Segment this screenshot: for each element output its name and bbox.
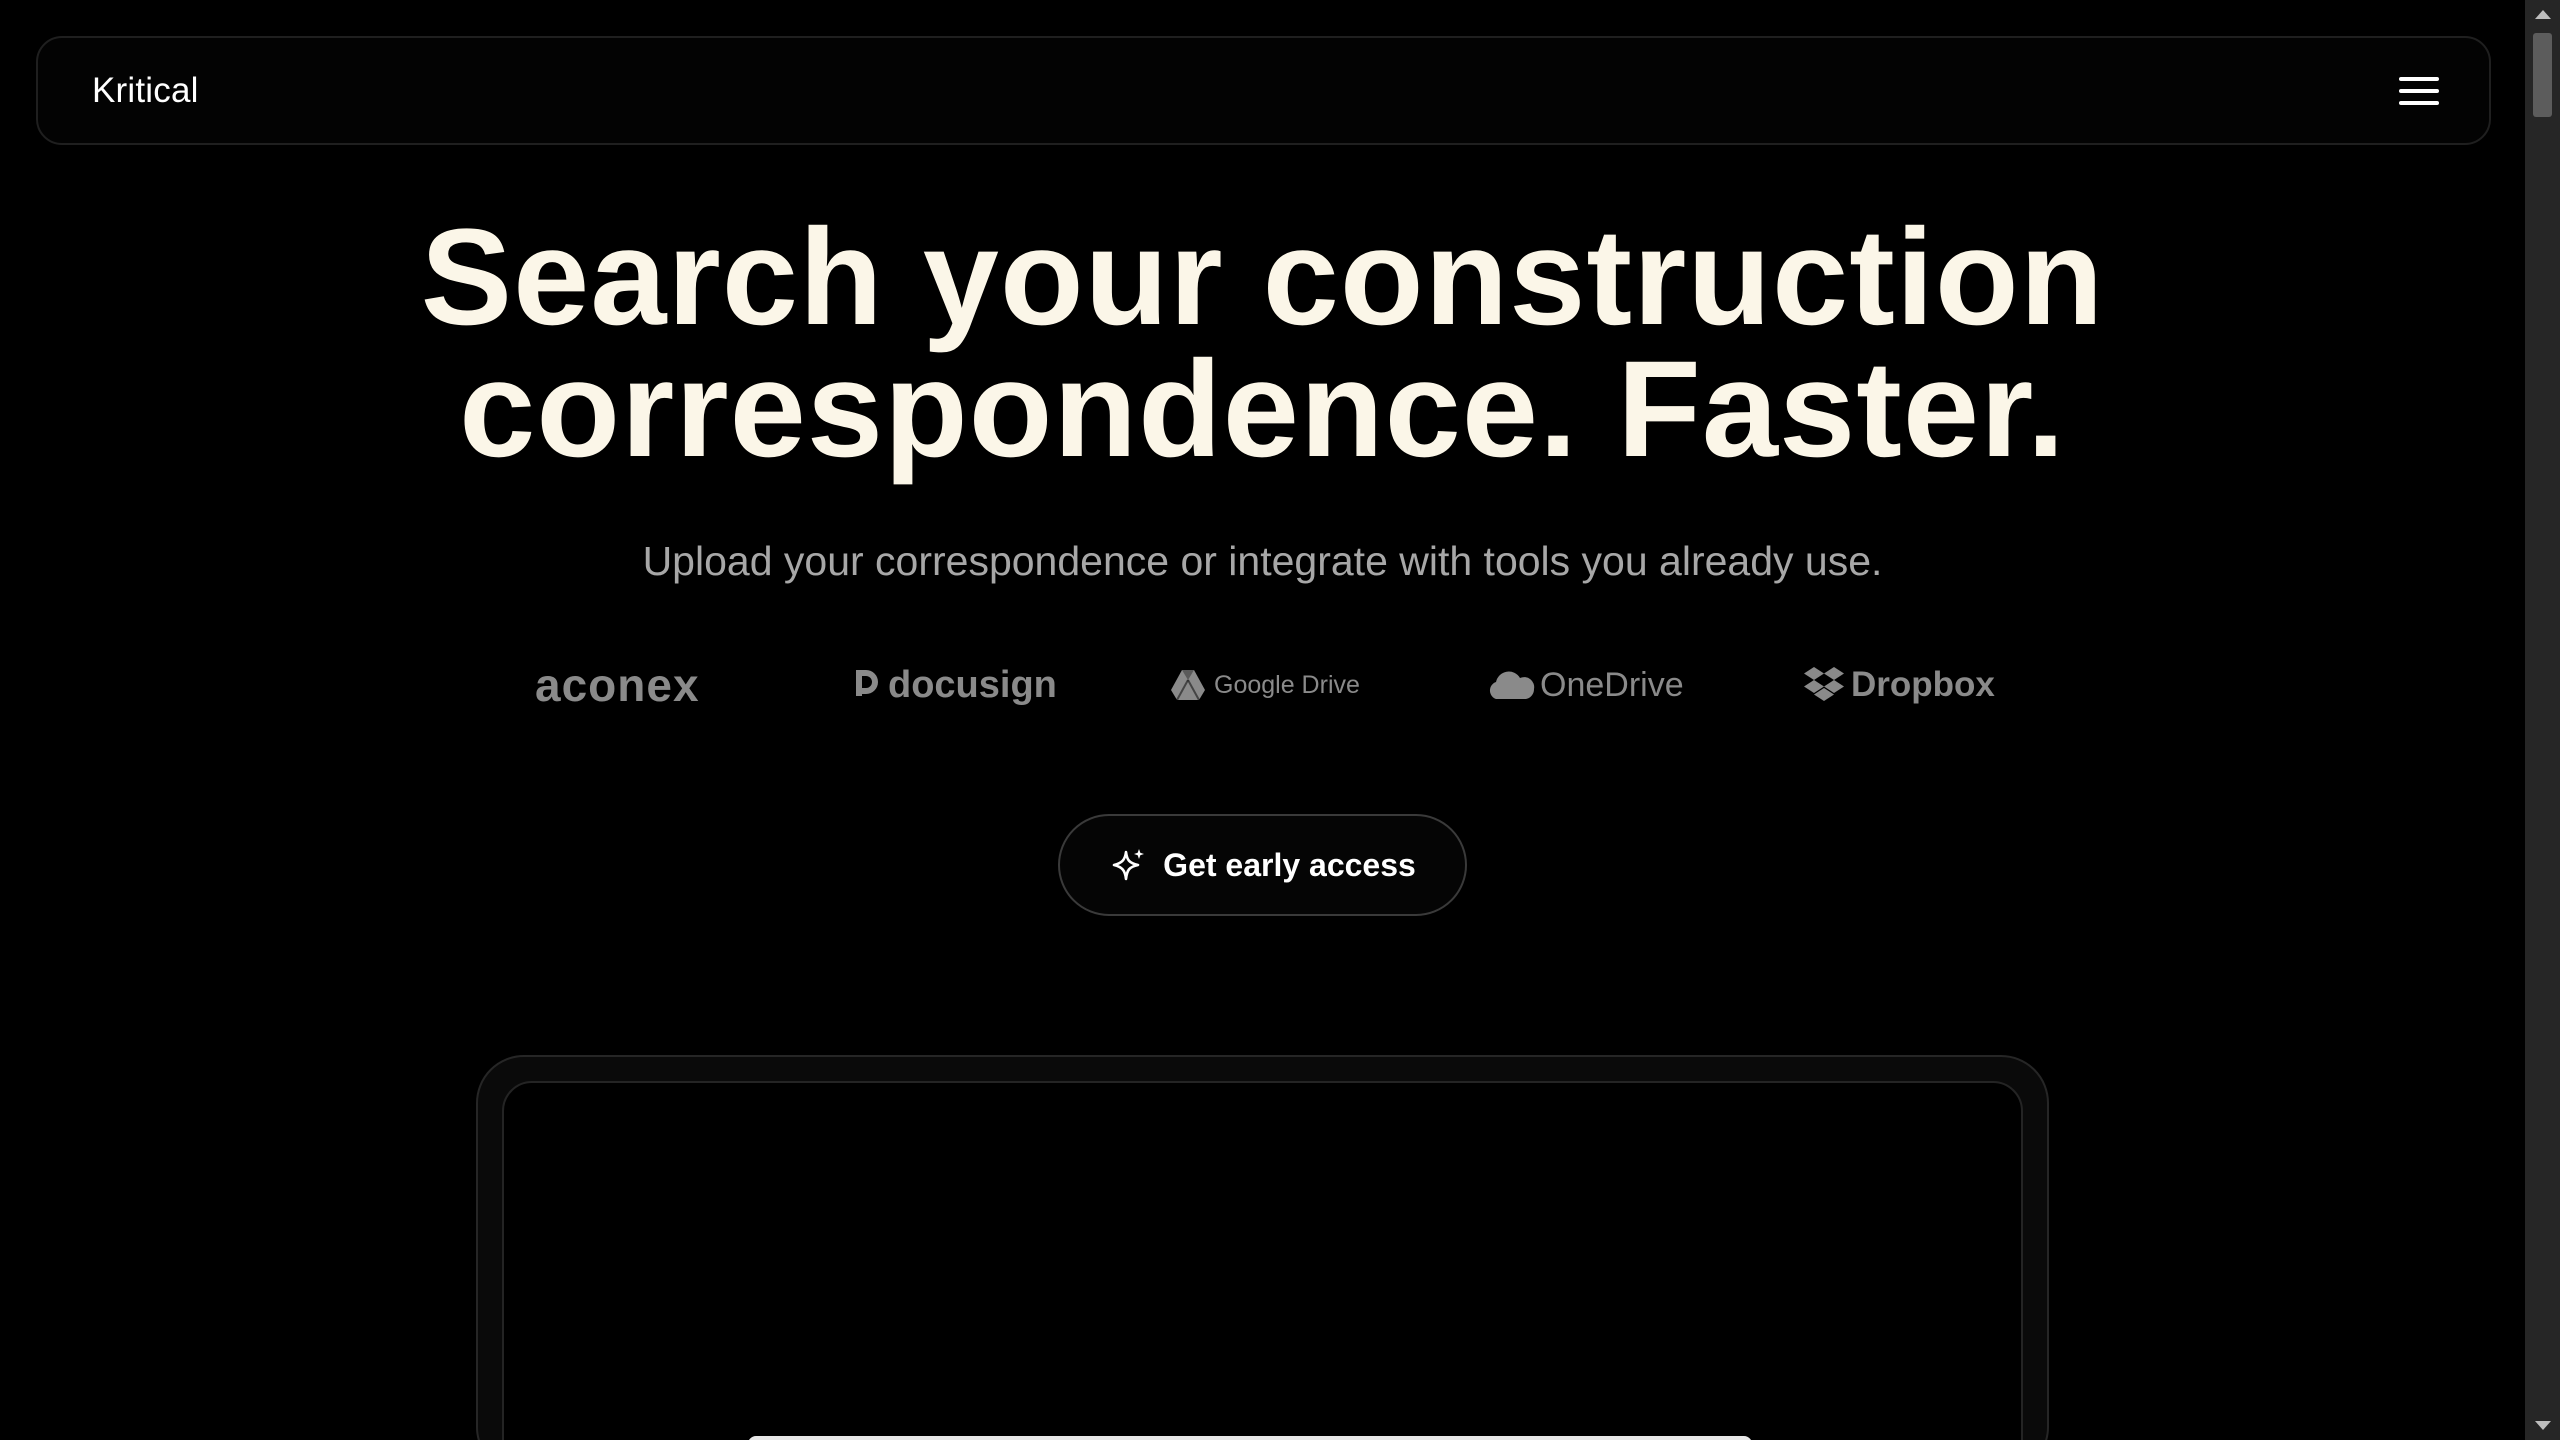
sparkle-icon [1112,849,1145,881]
hero-title-line-1: Search your construction [420,201,2105,354]
integration-logo-google-drive: Google Drive [1170,655,1360,715]
hero-subtitle: Upload your correspondence or integrate … [642,538,1883,584]
hamburger-menu-icon[interactable] [2395,71,2443,111]
scrollbar-thumb[interactable] [2533,33,2552,117]
menu-bar [2399,101,2439,105]
page: Kritical Search your construction corres… [0,0,2525,1440]
product-preview-frame [476,1055,2049,1440]
google-drive-logo-text: Google Drive [1214,670,1360,699]
integration-logo-dropbox: Dropbox [1803,655,1995,715]
docusign-icon [856,670,878,696]
get-early-access-button[interactable]: Get early access [1058,814,1467,916]
hero-title-line-2: correspondence. Faster. [459,333,2066,486]
scroll-down-arrow-icon[interactable] [2535,1421,2551,1430]
integration-logos: aconex docusign Google Drive OneDrive Dr… [0,655,2525,715]
integration-logo-onedrive: OneDrive [1486,655,1684,715]
product-preview-search-bar [748,1436,1752,1440]
hero-title: Search your construction correspondence.… [0,209,2525,478]
docusign-logo-text: docusign [888,663,1057,706]
integration-logo-aconex: aconex [535,655,700,715]
onedrive-logo-text: OneDrive [1540,665,1684,704]
integration-logo-docusign: docusign [852,655,1057,715]
onedrive-cloud-icon [1489,671,1535,699]
menu-bar [2399,77,2439,81]
scroll-up-arrow-icon[interactable] [2535,10,2551,19]
dropbox-logo-text: Dropbox [1851,665,1995,704]
product-preview-screen [502,1081,2023,1440]
get-early-access-label: Get early access [1163,846,1416,883]
menu-bar [2399,89,2439,93]
dropbox-icon [1804,667,1844,701]
aconex-logo-text: aconex [535,659,700,711]
page-scrollbar[interactable] [2525,0,2560,1440]
top-navbar: Kritical [36,36,2491,145]
google-drive-icon [1171,670,1205,701]
brand-logo-text[interactable]: Kritical [92,38,199,143]
